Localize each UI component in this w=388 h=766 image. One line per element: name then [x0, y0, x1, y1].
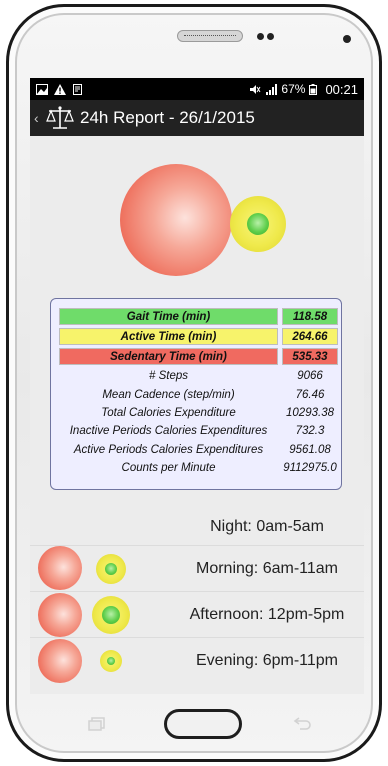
- page-title: 24h Report - 26/1/2015: [80, 108, 255, 127]
- stat-value: 9066: [297, 370, 323, 383]
- total-calories-row: Total Calories Expenditure 10293.38: [59, 404, 334, 422]
- balance-scale-icon[interactable]: [46, 105, 74, 131]
- home-button[interactable]: [164, 709, 242, 739]
- stat-label: # Steps: [149, 370, 188, 383]
- sensor-dot-1: [257, 33, 264, 40]
- stat-label: Active Periods Calories Expenditures: [73, 443, 264, 456]
- gait-time-value: 118.58: [282, 307, 338, 325]
- period-row-afternoon[interactable]: Afternoon: 12pm-5pm: [30, 592, 364, 638]
- earpiece-speaker: [177, 30, 243, 42]
- battery-icon: [309, 83, 318, 95]
- sedentary-time-label: Sedentary Time (min): [59, 347, 278, 365]
- back-icon[interactable]: ‹: [34, 110, 46, 126]
- app-bar: ‹ 24h Report - 26/1/2015: [30, 100, 364, 136]
- period-label: Evening: 6pm-11pm: [196, 652, 338, 669]
- clock: 00:21: [325, 81, 358, 97]
- steps-row: # Steps 9066: [59, 367, 333, 385]
- stat-label: Mean Cadence (step/min): [102, 388, 235, 401]
- stats-panel: Gait Time (min) 118.58 Active Time (min)…: [50, 298, 342, 490]
- period-row-evening[interactable]: Evening: 6pm-11pm: [30, 638, 364, 684]
- stat-value: 9112975.0: [283, 462, 337, 475]
- image-icon: [36, 83, 48, 95]
- counts-per-minute-row: Counts per Minute 9112975.0: [59, 459, 337, 477]
- inactive-calories-row: Inactive Periods Calories Expenditures 7…: [59, 422, 333, 440]
- gait-circle: [105, 563, 117, 575]
- gait-circle: [247, 213, 269, 235]
- back-button-icon[interactable]: [292, 717, 312, 731]
- stat-value: 76.46: [295, 388, 325, 401]
- gait-time-label: Gait Time (min): [59, 307, 278, 325]
- active-calories-row: Active Periods Calories Expenditures 956…: [59, 441, 333, 459]
- front-camera: [343, 35, 351, 43]
- stat-label: Counts per Minute: [121, 462, 216, 475]
- period-label: Night: 0am-5am: [210, 517, 324, 535]
- sedentary-circle: [120, 164, 232, 276]
- sedentary-circle: [38, 639, 82, 683]
- stat-value: 10293.38: [286, 406, 334, 419]
- period-list: Night: 0am-5am Morning: 6am-11am Afterno…: [30, 508, 364, 684]
- gait-circle: [102, 606, 120, 624]
- sedentary-time-row: Sedentary Time (min) 535.33: [59, 347, 338, 365]
- battery-percent: 67%: [281, 82, 306, 96]
- daily-summary-circles: [30, 136, 364, 276]
- stat-label: Total Calories Expenditure: [101, 406, 236, 419]
- active-time-value: 264.66: [282, 327, 338, 345]
- active-time-row: Active Time (min) 264.66: [59, 327, 338, 345]
- active-time-label: Active Time (min): [59, 327, 278, 345]
- gait-circle: [107, 657, 115, 665]
- screen: 67% 00:21 ‹ 24h Report - 26/1/2015 Gait …: [30, 78, 364, 694]
- period-label: Morning: 6am-11am: [196, 559, 338, 577]
- status-bar: 67% 00:21: [30, 78, 364, 100]
- cadence-row: Mean Cadence (step/min) 76.46: [59, 385, 333, 403]
- sedentary-time-value: 535.33: [282, 347, 338, 365]
- period-row-night[interactable]: Night: 0am-5am: [30, 508, 364, 546]
- warning-icon: [54, 83, 66, 95]
- sedentary-circle: [38, 593, 82, 637]
- document-icon: [73, 83, 82, 95]
- sedentary-circle: [38, 546, 82, 590]
- hardware-nav-bar: [30, 700, 364, 748]
- period-row-morning[interactable]: Morning: 6am-11am: [30, 546, 364, 592]
- signal-icon: [266, 83, 278, 95]
- stat-value: 9561.08: [289, 443, 331, 456]
- mute-icon: [250, 84, 261, 94]
- stat-value: 732.3: [295, 425, 325, 438]
- stat-label: Inactive Periods Calories Expenditures: [69, 425, 268, 438]
- sensor-dot-2: [267, 33, 274, 40]
- recent-apps-icon[interactable]: [88, 717, 106, 731]
- period-label: Afternoon: 12pm-5pm: [189, 605, 345, 623]
- gait-time-row: Gait Time (min) 118.58: [59, 307, 338, 325]
